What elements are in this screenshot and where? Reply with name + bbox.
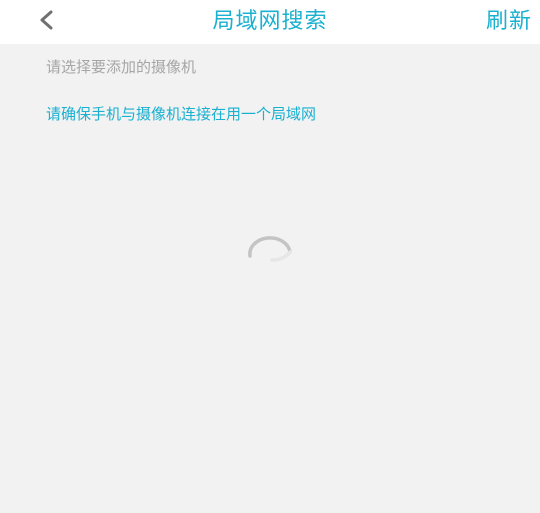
lan-connection-hint: 请确保手机与摄像机连接在用一个局域网 — [46, 105, 317, 123]
select-camera-hint: 请选择要添加的摄像机 — [46, 58, 197, 76]
top-bar: 局域网搜索 刷新 — [0, 0, 540, 44]
loading-spinner-icon — [242, 228, 298, 264]
page-title: 局域网搜索 — [212, 9, 328, 34]
refresh-button[interactable]: 刷新 — [486, 0, 532, 44]
